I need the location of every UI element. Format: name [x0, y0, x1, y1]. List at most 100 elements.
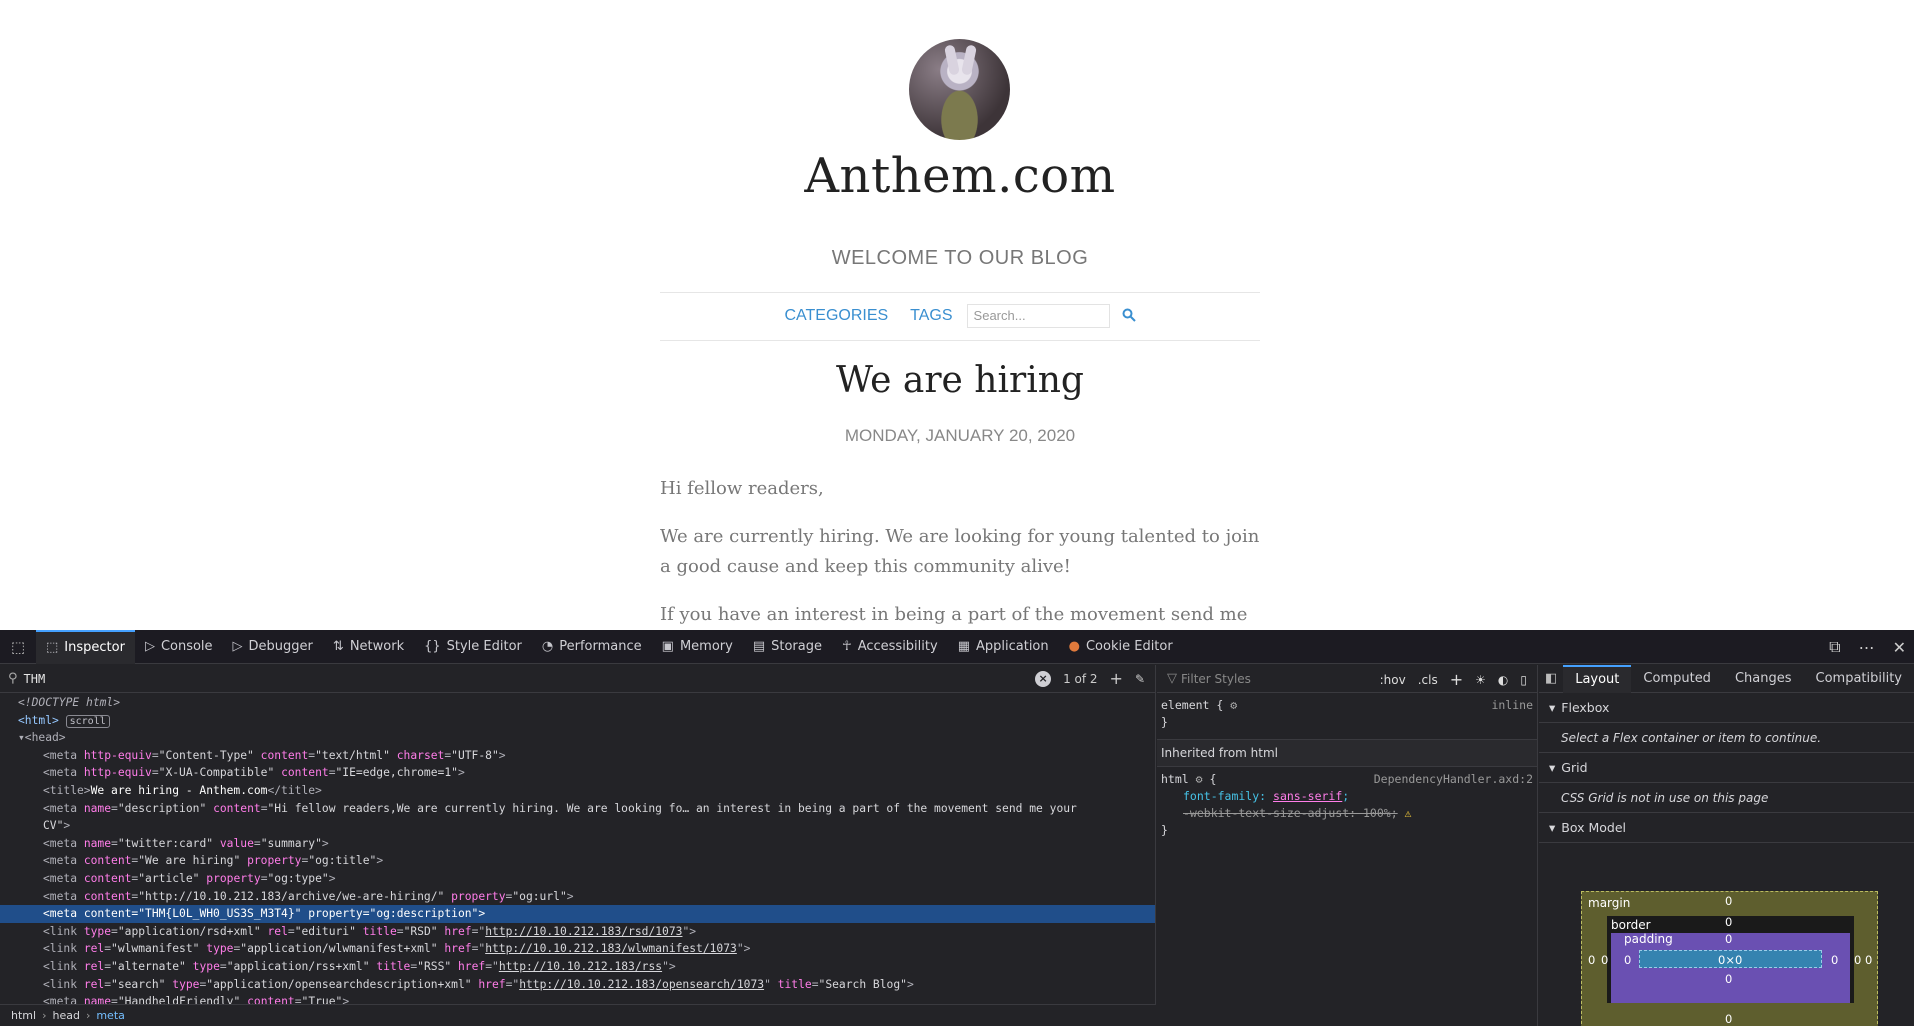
tree-node-meta-selected[interactable]: <meta content="THM{L0L_WH0_US3S_M3T4}" p…	[0, 905, 1155, 923]
tree-node-meta[interactable]: <meta http-equiv="Content-Type" content=…	[0, 747, 1155, 765]
gear-icon[interactable]: ⚙	[1196, 772, 1203, 786]
storage-icon: ▤	[752, 639, 766, 654]
add-rule-icon[interactable]: +	[1450, 670, 1463, 689]
more-options-icon[interactable]: ⋯	[1859, 638, 1875, 657]
tab-network[interactable]: ⇅ Network	[323, 630, 414, 664]
tab-changes[interactable]: Changes	[1723, 665, 1804, 693]
gear-icon[interactable]: ⚙	[1230, 698, 1237, 712]
tree-node-title[interactable]: <title>We are hiring - Anthem.com</title…	[0, 782, 1155, 800]
tree-node-meta[interactable]: <meta content="http://10.10.212.183/arch…	[0, 888, 1155, 906]
site-title[interactable]: Anthem.com	[0, 148, 1914, 204]
webkit-declaration[interactable]: -webkit-text-size-adjust: 100%; ⚠	[1161, 805, 1533, 822]
tree-node-meta[interactable]: <meta http-equiv="X-UA-Compatible" conte…	[0, 764, 1155, 782]
box-model-margin[interactable]: margin 0 0 0 0 border 0 0 0 0 padding 0 …	[1581, 891, 1878, 1026]
markup-search-input[interactable]: THM	[24, 672, 46, 686]
divider	[660, 292, 1260, 293]
flag-value: THM{L0L_WH0_US3S_M3T4}	[145, 907, 295, 921]
margin-top-value[interactable]: 0	[1725, 894, 1732, 908]
cls-toggle[interactable]: .cls	[1418, 673, 1438, 687]
tree-node-link[interactable]: <link rel="alternate" type="application/…	[0, 958, 1155, 976]
font-family-declaration[interactable]: font-family: sans-serif;	[1161, 788, 1533, 805]
box-model-section-header[interactable]: ▾ Box Model	[1539, 813, 1914, 843]
border-right-value[interactable]: 0	[1854, 953, 1861, 967]
devtools-toolbar-right: ⧉ ⋯ ✕	[1829, 630, 1906, 664]
tree-node-html[interactable]: <html> scroll	[0, 712, 1155, 730]
margin-right-value[interactable]: 0	[1865, 953, 1872, 967]
padding-label: padding	[1624, 932, 1673, 946]
blog-search-input[interactable]: Search...	[966, 304, 1110, 328]
close-icon[interactable]: ✕	[1893, 638, 1906, 657]
accessibility-icon: ☥	[841, 639, 852, 654]
tree-node-meta-cont[interactable]: CV">	[0, 817, 1155, 835]
tab-computed[interactable]: Computed	[1631, 665, 1723, 693]
tree-node-link[interactable]: <link rel="search" type="application/ope…	[0, 976, 1155, 994]
markup-search: ⚲ THM × 1 of 2 + ✎	[0, 665, 1155, 693]
border-left-value[interactable]: 0	[1601, 953, 1608, 967]
caret-down-icon: ▾	[1549, 760, 1556, 775]
breadcrumb-head[interactable]: head	[52, 1009, 79, 1022]
print-media-icon[interactable]: ▯	[1520, 673, 1527, 687]
post-title: We are hiring	[836, 360, 1084, 401]
tab-cookie-editor[interactable]: ● Cookie Editor	[1059, 630, 1183, 664]
tree-node-meta[interactable]: <meta name="description" content="Hi fel…	[0, 800, 1155, 818]
clear-search-icon[interactable]: ×	[1035, 670, 1052, 687]
padding-bottom-value[interactable]: 0	[1725, 972, 1732, 986]
add-node-icon[interactable]: +	[1110, 669, 1123, 688]
layout-sidebar: ◧ Layout Computed Changes Compatibility …	[1539, 664, 1914, 1026]
search-icon[interactable]	[1122, 307, 1136, 326]
tab-debugger[interactable]: ▷ Debugger	[223, 630, 323, 664]
tab-storage[interactable]: ▤ Storage	[743, 630, 832, 664]
tree-node-head[interactable]: ▾<head>	[0, 729, 1155, 747]
rules-toolbar: ▽ Filter Styles :hov .cls + ☀ ◐ ▯	[1157, 665, 1537, 693]
tab-console[interactable]: ▷ Console	[135, 630, 223, 664]
dock-icon[interactable]: ⧉	[1829, 637, 1840, 657]
tree-node-doctype[interactable]: <!DOCTYPE html>	[0, 694, 1155, 712]
tab-layout[interactable]: Layout	[1563, 664, 1632, 693]
element-picker-icon[interactable]: ⬚	[0, 638, 36, 656]
margin-bottom-value[interactable]: 0	[1725, 1012, 1732, 1026]
post-paragraph: Hi fellow readers,	[660, 478, 824, 499]
tree-node-link[interactable]: <link rel="wlwmanifest" type="applicatio…	[0, 940, 1155, 958]
breadcrumb-html[interactable]: html	[11, 1009, 36, 1022]
content-size: 0×0	[1718, 953, 1743, 967]
tab-memory[interactable]: ▣ Memory	[652, 630, 743, 664]
braces-icon: {}	[424, 639, 441, 654]
hov-toggle[interactable]: :hov	[1380, 673, 1406, 687]
breadcrumb-meta[interactable]: meta	[96, 1009, 125, 1022]
padding-left-value[interactable]: 0	[1624, 953, 1631, 967]
tab-compatibility[interactable]: Compatibility	[1804, 665, 1914, 693]
grid-section-header[interactable]: ▾ Grid	[1539, 753, 1914, 783]
grid-message: CSS Grid is not in use on this page	[1539, 783, 1914, 813]
nav-tags-link[interactable]: TAGS	[910, 307, 952, 325]
element-rule: element { ⚙ inline }	[1157, 693, 1537, 735]
flexbox-section-header[interactable]: ▾ Flexbox	[1539, 693, 1914, 723]
tree-node-link[interactable]: <link type="application/rsd+xml" rel="ed…	[0, 923, 1155, 941]
rule-source-link[interactable]: DependencyHandler.axd:2	[1374, 771, 1533, 788]
border-top-value[interactable]: 0	[1725, 915, 1732, 929]
nav-categories-link[interactable]: CATEGORIES	[784, 307, 888, 325]
caret-down-icon: ▾	[1549, 700, 1556, 715]
eyedropper-icon[interactable]: ✎	[1135, 672, 1145, 686]
html-selector[interactable]: html	[1161, 772, 1189, 786]
padding-right-value[interactable]: 0	[1831, 953, 1838, 967]
tab-inspector[interactable]: ⬚ Inspector	[36, 629, 135, 664]
light-mode-icon[interactable]: ☀	[1475, 673, 1486, 687]
tab-style-editor[interactable]: {} Style Editor	[414, 630, 532, 664]
tree-node-meta[interactable]: <meta name="twitter:card" value="summary…	[0, 835, 1155, 853]
tree-node-meta[interactable]: <meta content="article" property="og:typ…	[0, 870, 1155, 888]
sidebar-toggle-icon[interactable]: ◧	[1539, 671, 1563, 686]
tab-performance[interactable]: ◔ Performance	[532, 630, 652, 664]
inspector-icon: ⬚	[46, 640, 59, 655]
dark-mode-icon[interactable]: ◐	[1498, 673, 1508, 687]
tree-node-meta[interactable]: <meta content="We are hiring" property="…	[0, 852, 1155, 870]
margin-left-value[interactable]: 0	[1588, 953, 1595, 967]
filter-styles-input[interactable]: Filter Styles	[1181, 672, 1251, 686]
margin-label: margin	[1588, 896, 1631, 910]
element-selector[interactable]: element {	[1161, 698, 1223, 712]
avatar	[909, 39, 1010, 140]
padding-top-value[interactable]: 0	[1725, 932, 1732, 946]
rule-close-brace: }	[1161, 715, 1168, 729]
tab-application[interactable]: ▦ Application	[948, 630, 1059, 664]
scroll-badge[interactable]: scroll	[65, 714, 110, 728]
tab-accessibility[interactable]: ☥ Accessibility	[832, 630, 948, 664]
